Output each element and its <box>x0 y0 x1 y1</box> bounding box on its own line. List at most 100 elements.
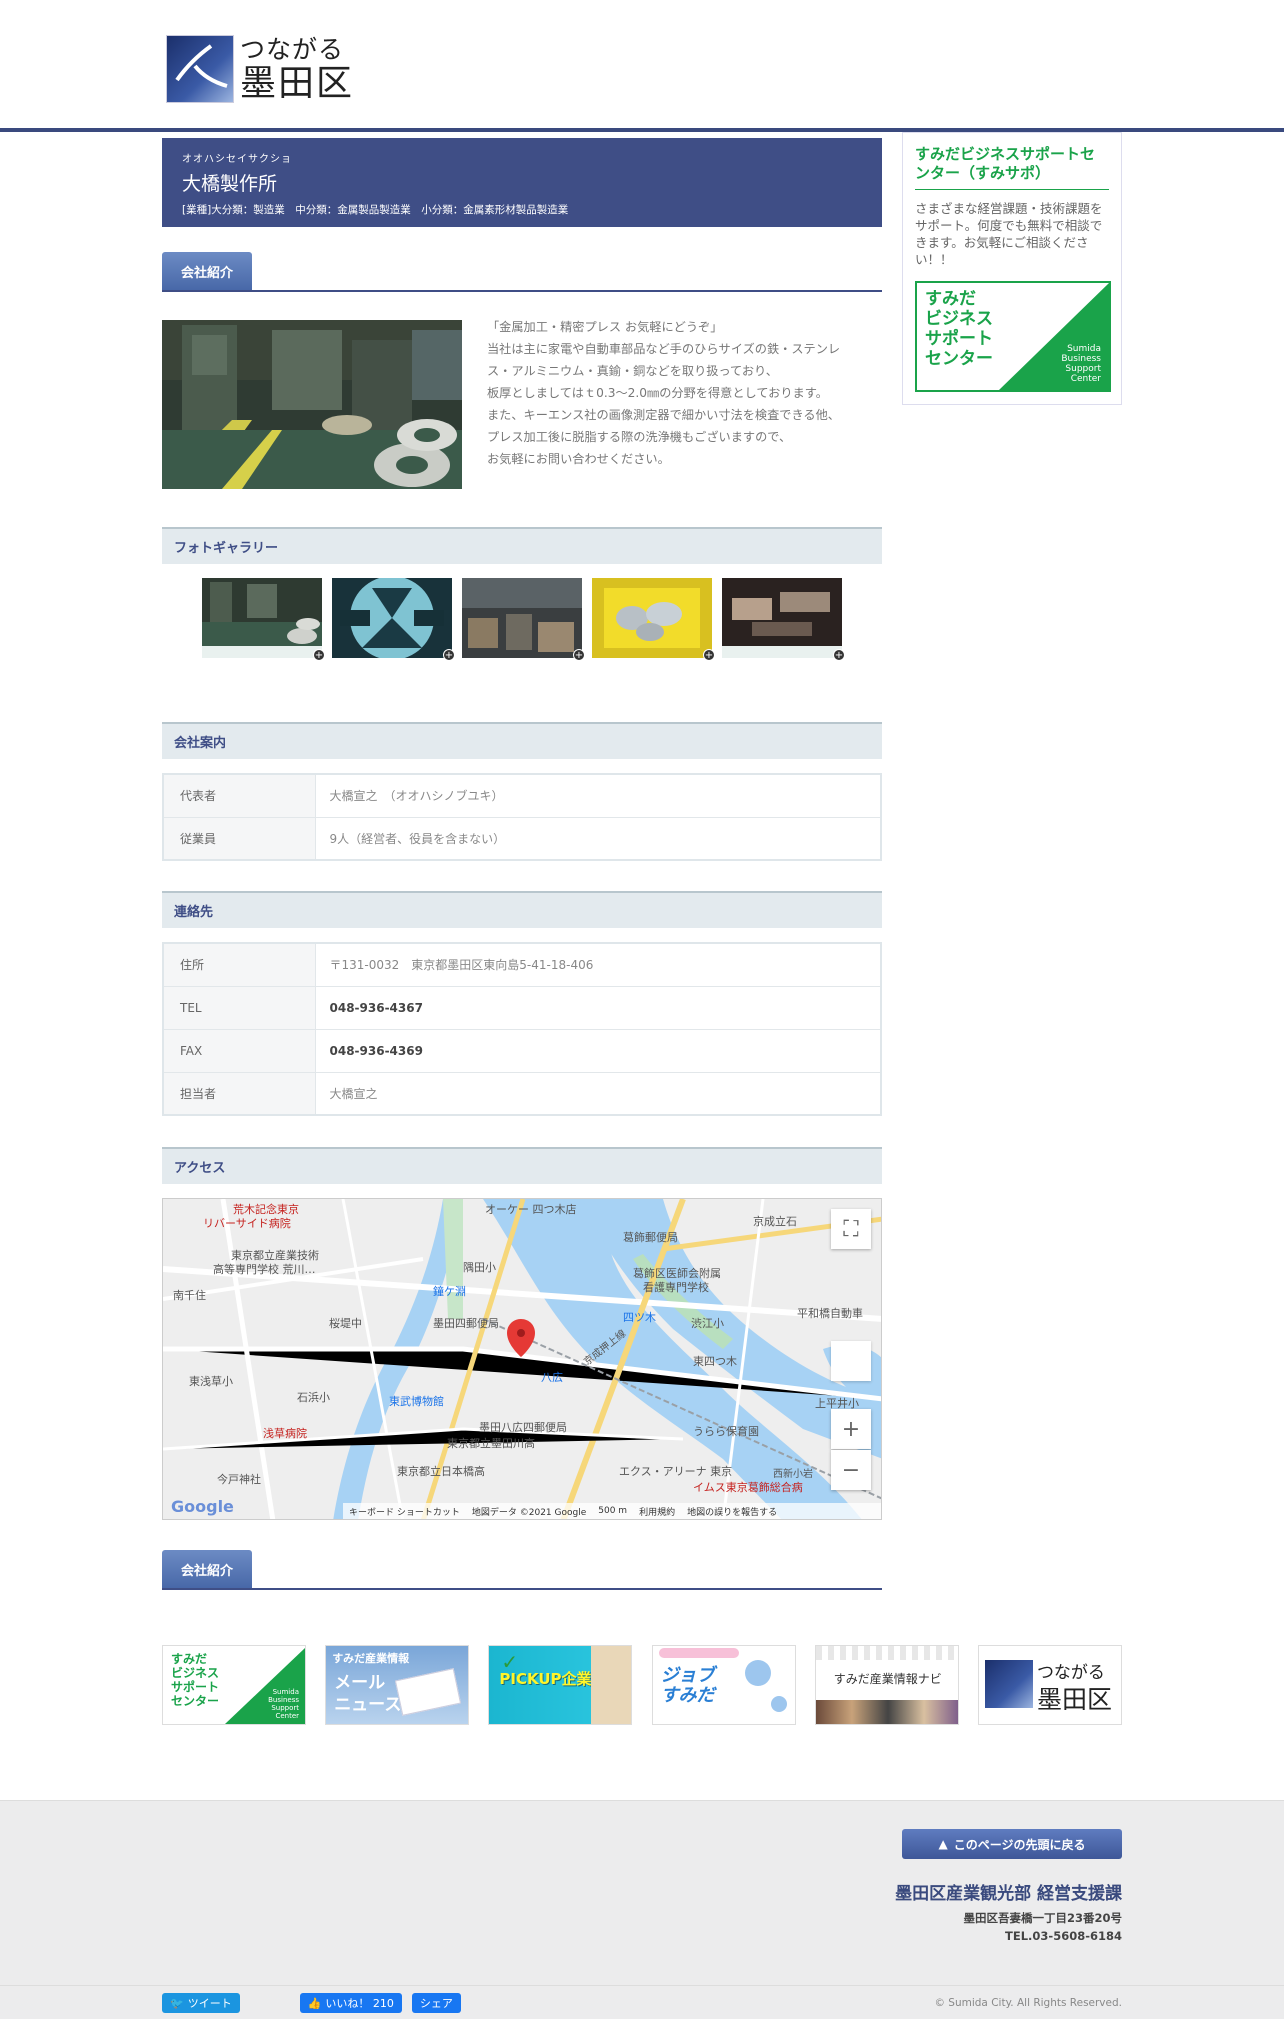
site-footer: ▲ このページの先頭に戻る 墨田区産業観光部 経営支援課 墨田区吾妻橋一丁目23… <box>0 1800 1284 2019</box>
company-categories: [業種]大分類：製造業 中分類：金属製品製造業 小分類：金属素形材製品製造業 <box>182 204 569 216</box>
map-label: 渋江小 <box>691 1317 724 1330</box>
gallery-thumb-5[interactable]: + <box>722 578 845 661</box>
banner-row: すみだ ビジネス サポート センター Sumida Business Suppo… <box>162 1645 1122 1725</box>
zoom-in-button[interactable]: + <box>831 1409 871 1449</box>
banner-english: Sumida Business Support Center <box>1061 344 1101 384</box>
map-label: 京成立石 <box>753 1215 797 1228</box>
map-scale[interactable]: 500 m <box>598 1506 627 1516</box>
banner-tsunagaru[interactable]: つながる 墨田区 <box>977 1645 1122 1725</box>
banner-line: すみだ産業情報ナビ <box>833 1672 942 1686</box>
intro-line: 「金属加工・精密プレス お気軽にどうぞ」 <box>487 320 723 334</box>
google-map[interactable]: 荒木記念東京 リバーサイド病院 オーケー 四つ木店 葛飾郵便局 京成立石 東京都… <box>162 1198 882 1520</box>
gallery-image <box>332 578 452 658</box>
social-buttons: 🐦 ツイート 👍 いいね！ 210 シェア <box>162 1993 461 2013</box>
banner-navi[interactable]: すみだ産業情報ナビ <box>814 1645 959 1725</box>
intro-heading: 会社紹介 <box>162 252 882 292</box>
table-row: 担当者 大橋宣之 <box>162 1071 882 1116</box>
table-row: TEL 048-936-4367 <box>162 985 882 1030</box>
map-label: エクス・アリーナ 東京 <box>619 1465 733 1478</box>
map-label: うらら保育園 <box>693 1425 759 1438</box>
map-label: イムス東京葛飾総合病 <box>693 1481 803 1494</box>
banner-en-line: Center <box>275 1712 299 1720</box>
sidebar-title[interactable]: すみだビジネスサポートセンター（すみサポ） <box>915 145 1109 190</box>
zoom-plus-icon: + <box>573 649 585 661</box>
sumisapo-banner[interactable]: すみだ ビジネス サポート センター Sumida Business Suppo… <box>915 281 1111 392</box>
map-label: 京成押上線 <box>582 1328 629 1368</box>
map-label: オーケー 四つ木店 <box>485 1203 577 1216</box>
map-label: 東京都立日本橋高 <box>397 1465 485 1478</box>
info-key: FAX <box>162 1028 316 1073</box>
intro-line: 当社は主に家電や自動車部品など手のひらサイズの鉄・ステンレ <box>487 342 841 356</box>
banner-line: すみだ産業情報 <box>332 1652 410 1665</box>
zoom-plus-icon: + <box>833 649 845 661</box>
logo-line1: つながる <box>240 34 345 64</box>
contact-heading: 連絡先 <box>162 891 882 928</box>
google-logo: Google <box>171 1497 234 1516</box>
gallery-thumb-2[interactable]: + <box>332 578 455 661</box>
map-label: 鐘ケ淵 <box>433 1285 466 1298</box>
gallery-image <box>462 578 582 658</box>
map-label: 墨田八広四郵便局 <box>479 1421 567 1434</box>
table-row: 代表者 大橋宣之 （オオハシノブユキ） <box>162 773 882 818</box>
info-value: 9人（経営者、役員を含まない） <box>314 816 882 861</box>
info-value: 大橋宣之 （オオハシノブユキ） <box>314 773 882 818</box>
copyright: © Sumida City. All Rights Reserved. <box>934 1997 1122 2009</box>
envelope-icon <box>395 1668 462 1716</box>
map-label: 南千住 <box>173 1289 206 1302</box>
report-error-link[interactable]: 地図の誤りを報告する <box>687 1505 777 1518</box>
contact-person-value: 大橋宣之 <box>314 1071 882 1116</box>
logo-line2: 墨田区 <box>240 62 355 104</box>
map-label: 四ツ木 <box>623 1311 656 1324</box>
company-kana: オオハシセイサクショ <box>182 154 292 165</box>
table-row: 住所 〒131-0032 東京都墨田区東向島5-41-18-406 <box>162 942 882 987</box>
banner-pickup[interactable]: PICKUP企業 ✓ <box>488 1645 633 1725</box>
tweet-label: ツイート <box>187 1997 232 2010</box>
department-name: 墨田区産業観光部 経営支援課 <box>895 1884 1122 1904</box>
banner-text: すみだ ビジネス サポート センター <box>925 289 993 369</box>
site-logo[interactable]: つながる 墨田区 <box>166 33 361 105</box>
tweet-button[interactable]: 🐦 ツイート <box>162 1993 240 2013</box>
map-label: 浅草病院 <box>263 1427 307 1440</box>
sidebar-description: さまざまな経営課題・技術課題をサポート。何度でも無料で相談できます。お気軽にご相… <box>915 201 1103 267</box>
keyboard-shortcuts-link[interactable]: キーボード ショートカット <box>349 1505 460 1518</box>
banner-sumisapo[interactable]: すみだ ビジネス サポート センター Sumida Business Suppo… <box>162 1645 306 1725</box>
footer-divider <box>0 1985 1284 1986</box>
address-line: 墨田区吾妻橋一丁目23番20号 <box>963 1911 1122 1925</box>
company-intro-tab-2: 会社紹介 <box>162 1550 252 1588</box>
map-label: 東四つ木 <box>693 1355 737 1368</box>
zoom-out-button[interactable]: − <box>831 1450 871 1490</box>
company-title-block: オオハシセイサクショ 大橋製作所 [業種]大分類：製造業 中分類：金属製品製造業… <box>162 138 882 227</box>
map-label: 東武博物館 <box>389 1395 444 1408</box>
banner-ribbon <box>658 1648 739 1658</box>
gallery-thumb-1[interactable]: + <box>202 578 325 661</box>
fullscreen-button[interactable]: ⛶ <box>831 1209 871 1249</box>
check-icon: ✓ <box>501 1650 519 1674</box>
map-label: 西新小岩 <box>773 1469 813 1480</box>
intro-line: プレス加工後に脱脂する際の洗浄機もございますので、 <box>487 430 792 444</box>
gallery-thumb-4[interactable]: + <box>592 578 715 661</box>
banner-job-sumida[interactable]: ジョブ すみだ <box>651 1645 796 1725</box>
intro-text: 「金属加工・精密プレス お気軽にどうぞ」 当社は主に家電や自動車部品など手のひら… <box>487 316 882 470</box>
banner-en-line: Business <box>1061 354 1101 364</box>
banner-line: サポート <box>925 329 993 349</box>
intro-line: 板厚としましてはｔ0.3～2.0㎜の分野を得意としております。 <box>487 386 828 400</box>
map-data-credit: 地図データ ©2021 Google <box>471 1507 587 1518</box>
intro-line: ス・アルミニウム・真鍮・銅などを取り扱っており、 <box>487 364 778 378</box>
table-row: FAX 048-936-4369 <box>162 1028 882 1073</box>
map-label: 石浜小 <box>297 1391 330 1404</box>
street-view-button[interactable] <box>831 1341 871 1381</box>
company-name: 大橋製作所 <box>182 173 278 195</box>
info-key: 住所 <box>162 942 316 987</box>
tel-value[interactable]: 048-936-4367 <box>314 985 882 1030</box>
fax-value: 048-936-4369 <box>314 1028 882 1073</box>
back-to-top-button[interactable]: ▲ このページの先頭に戻る <box>902 1829 1122 1859</box>
zoom-plus-icon: + <box>313 649 325 661</box>
share-button[interactable]: シェア <box>411 1993 461 2013</box>
intro-line: お気軽にお問い合わせください。 <box>487 452 670 466</box>
banner-mail-news[interactable]: すみだ産業情報 メール ニュース <box>325 1645 470 1725</box>
info-key: 代表者 <box>162 773 316 818</box>
terms-link[interactable]: 利用規約 <box>639 1505 675 1518</box>
gallery-thumb-3[interactable]: + <box>462 578 585 661</box>
like-button[interactable]: 👍 いいね！ 210 <box>299 1993 402 2013</box>
banner-line: サポート <box>171 1680 220 1694</box>
